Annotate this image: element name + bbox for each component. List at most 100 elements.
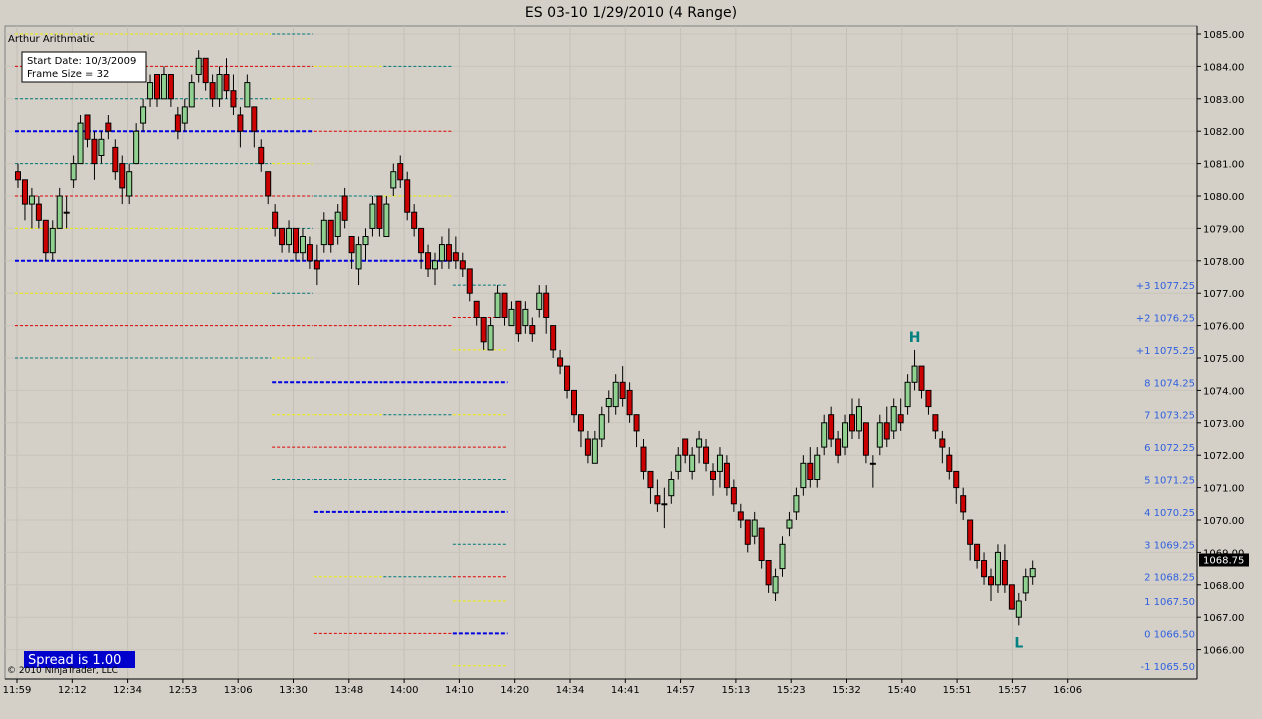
candle-body	[772, 576, 779, 594]
time-tick-label: 12:12	[58, 685, 87, 696]
time-tick-label: 13:30	[279, 685, 308, 696]
plot-area[interactable]	[4, 25, 1198, 680]
candle-body	[849, 414, 855, 432]
candle-body	[869, 462, 876, 465]
candle-body	[974, 543, 981, 561]
candle-body	[432, 260, 438, 270]
candle-body	[988, 576, 994, 586]
candle-body	[251, 106, 258, 132]
candle-body	[751, 519, 758, 537]
candle-body	[584, 438, 591, 456]
frame-size-label: Frame Size = 32	[27, 69, 109, 80]
candle-body	[821, 422, 828, 448]
candle-body	[445, 244, 452, 262]
candle-body	[758, 527, 765, 561]
candle-body	[619, 381, 626, 399]
candle-body	[515, 300, 522, 335]
candle-body	[571, 389, 577, 416]
octave-label: 4 1070.25	[1144, 508, 1195, 519]
candle-body	[140, 106, 147, 124]
price-tick-label: 1078.00	[1203, 257, 1244, 268]
time-tick-label: 13:06	[224, 685, 253, 696]
time-tick-label: 12:53	[168, 685, 197, 696]
candle-body	[98, 138, 105, 157]
candle-body	[293, 227, 299, 254]
time-tick-label: 14:57	[666, 685, 695, 696]
candle-body	[56, 195, 63, 229]
price-tick-label: 1082.00	[1203, 127, 1244, 138]
octave-label: 8 1074.25	[1144, 378, 1195, 389]
candle-body	[682, 438, 689, 456]
candle-body	[160, 74, 167, 100]
candle-body	[195, 57, 202, 75]
octave-label: +1 1075.25	[1136, 346, 1195, 357]
candle-body	[397, 163, 404, 181]
price-tick-label: 1081.00	[1203, 160, 1244, 171]
price-tick-label: 1071.00	[1203, 484, 1244, 495]
candle-body	[265, 171, 272, 197]
time-tick-label: 15:23	[777, 685, 806, 696]
octave-label: 6 1072.25	[1144, 443, 1195, 454]
candle-body	[1015, 600, 1022, 618]
indicator-name: Arthur Arithmatic	[8, 34, 95, 45]
candle-body	[932, 414, 939, 432]
candle-body	[216, 74, 223, 100]
candle-body	[668, 479, 675, 497]
candle-body	[640, 446, 647, 472]
candle-body	[348, 236, 355, 254]
candle-body	[862, 422, 869, 456]
candle-body	[577, 414, 584, 432]
candle-body	[904, 381, 911, 408]
time-tick-label: 14:41	[611, 685, 640, 696]
time-tick-label: 16:06	[1053, 685, 1082, 696]
candle	[1008, 584, 1015, 610]
candle-body	[362, 236, 369, 246]
price-tick-label: 1085.00	[1203, 30, 1244, 41]
candle-body	[557, 357, 564, 367]
octave-label: 0 1066.50	[1144, 629, 1195, 640]
candle-body	[1001, 560, 1008, 586]
candle-body	[487, 325, 494, 351]
candle-body	[911, 365, 918, 383]
candle-body	[925, 389, 932, 408]
price-tick-label: 1066.00	[1203, 646, 1244, 657]
price-tick-label: 1084.00	[1203, 62, 1244, 73]
time-tick-label: 15:13	[721, 685, 750, 696]
high-marker: H	[909, 330, 921, 346]
price-tick-label: 1073.00	[1203, 419, 1244, 430]
candle-body	[807, 462, 814, 480]
candle-body	[716, 454, 723, 472]
candle-body	[605, 398, 612, 408]
candle-body	[981, 560, 988, 578]
candle-body	[591, 438, 598, 464]
candle-body	[710, 470, 716, 480]
price-chart[interactable]: 1085.00 1084.00 1083.00 1082.00 1081.00 1080.…	[0, 0, 1262, 719]
candle-body	[800, 462, 807, 489]
candle-body	[28, 195, 35, 205]
candle-body	[522, 308, 529, 327]
candle-body	[466, 268, 473, 294]
price-tick-label: 1070.00	[1203, 516, 1244, 527]
octave-label: 5 1071.25	[1144, 476, 1195, 487]
candle-body	[105, 122, 112, 132]
candle-body	[425, 252, 432, 270]
price-tick-label: 1076.00	[1203, 322, 1244, 333]
candle-body	[376, 195, 383, 229]
time-tick-label: 14:34	[556, 685, 585, 696]
candle-body	[279, 227, 286, 246]
candle-body	[828, 414, 835, 440]
time-tick-label: 14:00	[390, 685, 419, 696]
candle-body	[299, 236, 306, 254]
price-tick-label: 1067.00	[1203, 613, 1244, 624]
candle-body	[897, 414, 904, 424]
candle-body	[612, 381, 619, 408]
candle-body	[564, 365, 571, 391]
candle-body	[508, 308, 515, 327]
candle-body	[1029, 568, 1036, 578]
candle-body	[77, 122, 84, 165]
candle-body	[779, 543, 786, 570]
candle-body	[876, 422, 883, 448]
time-tick-label: 11:59	[3, 685, 32, 696]
candle-body	[501, 292, 508, 319]
candle-body	[181, 106, 188, 124]
